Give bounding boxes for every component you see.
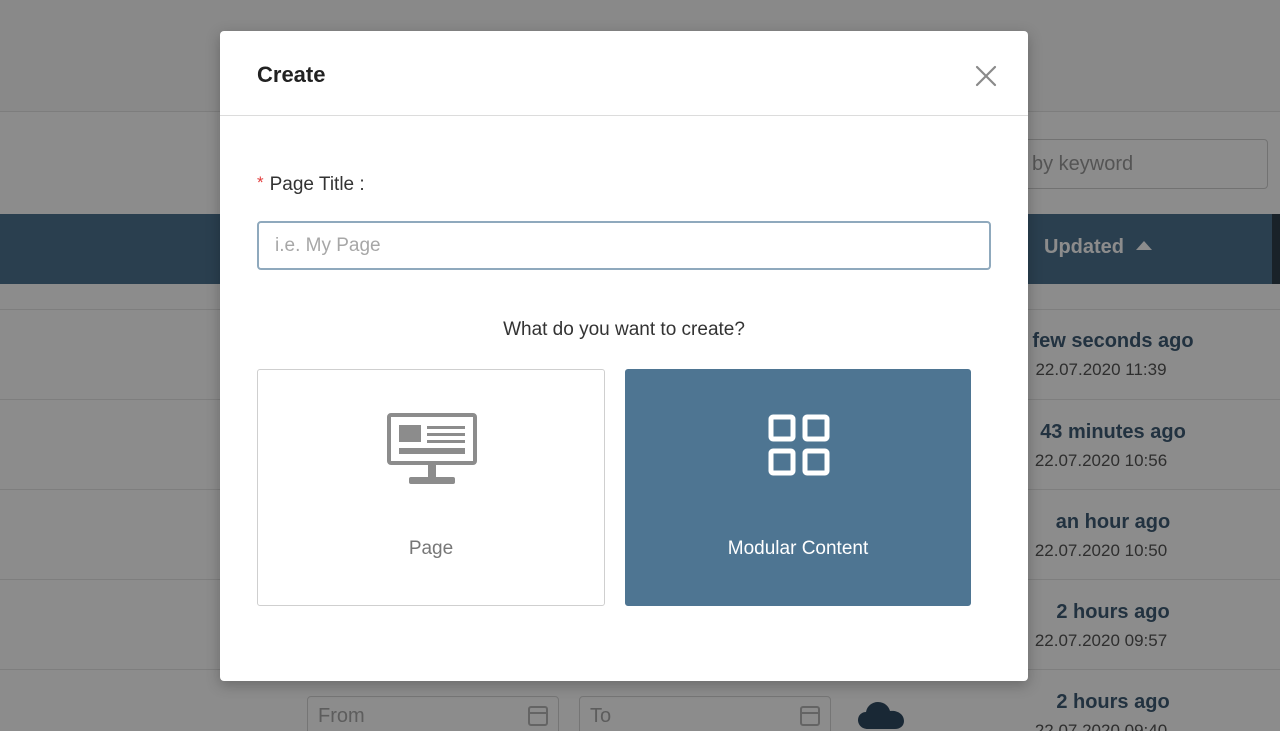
- page-title-label: * Page Title :: [257, 173, 365, 196]
- required-marker: *: [257, 173, 264, 192]
- monitor-icon: [387, 413, 477, 484]
- option-page-label: Page: [408, 538, 454, 559]
- option-modular-content-label: Modular Content: [727, 538, 869, 559]
- page-title-input[interactable]: [257, 221, 991, 270]
- dialog-header: Create: [220, 31, 1028, 116]
- option-page[interactable]: Page: [257, 369, 605, 606]
- close-button[interactable]: [968, 58, 1004, 94]
- option-modular-content[interactable]: Modular Content: [625, 369, 971, 606]
- page-title-label-text: Page Title :: [269, 174, 365, 195]
- create-dialog: Create * Page Title : What do you want to…: [220, 31, 1028, 681]
- close-icon: [975, 65, 997, 87]
- create-type-question: What do you want to create?: [503, 319, 745, 340]
- dialog-title: Create: [257, 62, 326, 87]
- grid-icon: [768, 414, 830, 476]
